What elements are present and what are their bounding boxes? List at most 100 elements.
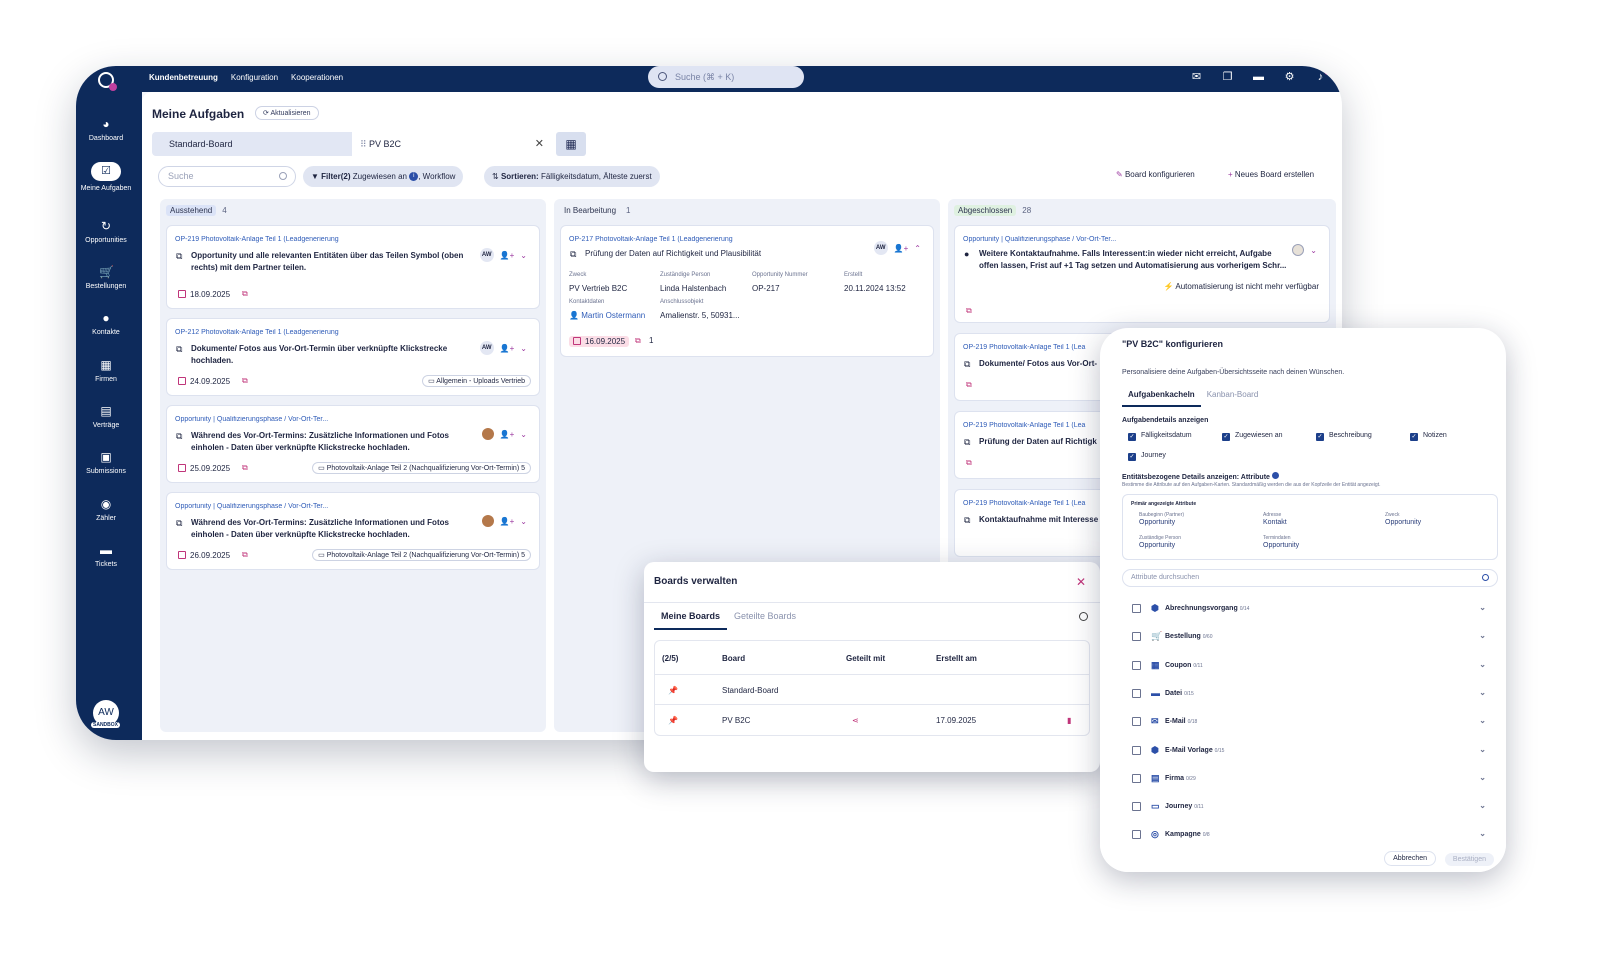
entity-row-email-vorlage[interactable]: ⬢ E-Mail Vorlage 0/15 ⌄ — [1132, 743, 1496, 763]
copy-icon[interactable]: ⧉ — [242, 289, 248, 299]
sidebar-item-dashboard[interactable]: ◕ Dashboard — [76, 118, 136, 143]
new-board-button[interactable]: + Neues Board erstellen — [1228, 170, 1314, 179]
entity-row-firma[interactable]: ▤ Firma 0/29 ⌄ — [1132, 771, 1496, 791]
chevron-down-icon[interactable]: ⌄ — [1479, 745, 1486, 754]
close-icon[interactable]: ✕ — [1076, 575, 1086, 589]
entity-row-coupon[interactable]: ▦ Coupon 0/11 ⌄ — [1132, 658, 1496, 678]
chevron-down-icon[interactable]: ⌄ — [1479, 603, 1486, 612]
cancel-button[interactable]: Abbrechen — [1384, 851, 1436, 866]
process-tag[interactable]: ▭ Photovoltaik-Anlage Teil 2 (Nachqualif… — [312, 462, 531, 474]
process-tag[interactable]: ▭ Photovoltaik-Anlage Teil 2 (Nachqualif… — [312, 549, 531, 561]
mail-icon[interactable]: ✉ — [1190, 71, 1203, 83]
chevron-down-icon[interactable]: ⌄ — [1479, 631, 1486, 640]
table-row[interactable]: 📌 Standard-Board — [655, 674, 1089, 704]
sidebar-item-firmen[interactable]: ▦ Firmen — [76, 359, 136, 384]
sidebar-item-opportunities[interactable]: ↻ Opportunities — [76, 220, 136, 245]
copy-icon[interactable]: ⧉ — [242, 463, 248, 473]
sidebar-item-bestellungen[interactable]: 🛒 Bestellungen — [76, 266, 136, 291]
configure-board-button[interactable]: ✎ Board konfigurieren — [1116, 170, 1195, 179]
entity-row-journey[interactable]: ▭ Journey 0/11 ⌄ — [1132, 799, 1496, 819]
checkbox[interactable] — [1132, 802, 1141, 811]
nav-kooperationen[interactable]: Kooperationen — [291, 73, 343, 82]
confirm-button[interactable]: Bestätigen — [1444, 853, 1494, 866]
board-view-button[interactable]: ▦ — [556, 132, 586, 156]
chevron-down-icon[interactable]: ⌄ — [1310, 246, 1317, 255]
checkbox-notizen[interactable]: ✓ Notizen — [1410, 432, 1447, 441]
task-card[interactable]: OP-217 Photovoltaik-Anlage Teil 1 (Leadg… — [560, 225, 934, 357]
entity-row-bestellung[interactable]: 🛒 Bestellung 0/60 ⌄ — [1132, 629, 1496, 649]
checkbox-journey[interactable]: ✓ Journey — [1128, 452, 1166, 461]
assignee-avatar[interactable]: AW — [873, 241, 888, 255]
copy-icon[interactable]: ⧉ — [242, 376, 248, 386]
assignee-avatar[interactable] — [481, 428, 494, 440]
assignee-avatar[interactable] — [481, 515, 494, 527]
refresh-button[interactable]: ⟳ Aktualisieren — [255, 106, 319, 120]
task-reference[interactable]: Opportunity | Qualifizierungsphase / Vor… — [175, 416, 479, 423]
assignee-avatar[interactable] — [1292, 244, 1305, 256]
tab-pv-b2c[interactable]: ⠿ PV B2C ✕ — [352, 132, 552, 156]
copy-icon[interactable]: ⧉ — [966, 306, 972, 316]
pin-icon[interactable]: 📌 — [668, 686, 678, 695]
chevron-up-icon[interactable]: ⌃ — [914, 244, 921, 253]
tab-meine-boards[interactable]: Meine Boards — [654, 611, 728, 630]
checkbox[interactable] — [1132, 746, 1141, 755]
attribute-chip[interactable]: Zweck Opportunity — [1385, 512, 1421, 526]
sidebar-item-tickets[interactable]: ▬ Tickets — [76, 544, 136, 569]
checkbox[interactable] — [1132, 632, 1141, 641]
attribute-chip[interactable]: Adresse Kontakt — [1263, 512, 1287, 526]
sidebar-item-submissions[interactable]: ▣ Submissions — [76, 451, 136, 476]
entity-row-email[interactable]: ✉ E-Mail 0/18 ⌄ — [1132, 714, 1496, 734]
pin-icon[interactable]: 📌 — [668, 716, 678, 725]
sidebar-item-vertraege[interactable]: ▤ Verträge — [76, 405, 136, 430]
task-card[interactable]: Opportunity | Qualifizierungsphase / Vor… — [166, 405, 540, 483]
sort-chip[interactable]: ⇅ Sortieren: Fälligkeitsdatum, Älteste z… — [484, 166, 660, 187]
process-tag[interactable]: ▭ Allgemein - Uploads Vertrieb — [422, 375, 531, 387]
bell-icon[interactable]: ♪ 2 — [1314, 67, 1333, 83]
table-row[interactable]: 📌 PV B2C ⋖ 17.09.2025 ▮ — [655, 704, 1089, 734]
drag-handle-icon[interactable]: ⠿ — [360, 132, 367, 156]
assign-user-icon[interactable]: 👤+ — [500, 251, 515, 260]
assignee-avatar[interactable]: AW — [479, 248, 494, 262]
entity-row-datei[interactable]: ▬ Datei 0/15 ⌄ — [1132, 686, 1496, 706]
nav-kundenbetreuung[interactable]: Kundenbetreuung — [149, 73, 218, 82]
checkbox[interactable] — [1132, 830, 1141, 839]
chevron-down-icon[interactable]: ⌄ — [1479, 660, 1486, 669]
copy-icon[interactable]: ⧉ — [635, 336, 641, 346]
contact-link[interactable]: 👤 Martin Ostermann — [569, 311, 645, 320]
checkbox[interactable] — [1132, 774, 1141, 783]
sidebar-item-meine-aufgaben[interactable]: ☑ Meine Aufgaben — [76, 162, 136, 192]
tab-geteilte-boards[interactable]: Geteilte Boards — [727, 611, 803, 630]
attribute-search-input[interactable]: Attribute durchsuchen — [1122, 569, 1498, 587]
assign-user-icon[interactable]: 👤+ — [894, 244, 909, 253]
checkbox[interactable] — [1132, 661, 1141, 670]
checkbox-zugewiesen-an[interactable]: ✓ Zugewiesen an — [1222, 432, 1282, 441]
chevron-down-icon[interactable]: ⌄ — [1479, 829, 1486, 838]
checkbox-faelligkeitsdatum[interactable]: ✓ Fälligkeitsdatum — [1128, 432, 1192, 441]
share-icon[interactable]: ⋖ — [852, 716, 859, 725]
task-reference[interactable]: OP-217 Photovoltaik-Anlage Teil 1 (Leadg… — [569, 236, 873, 243]
tab-aufgabenkacheln[interactable]: Aufgabenkacheln — [1122, 390, 1201, 407]
checkbox-beschreibung[interactable]: ✓ Beschreibung — [1316, 432, 1372, 441]
task-card[interactable]: Opportunity | Qualifizierungsphase / Vor… — [166, 492, 540, 570]
copy-icon[interactable]: ⧉ — [242, 550, 248, 560]
attribute-chip[interactable]: Zuständige Person Opportunity — [1139, 535, 1181, 549]
checkbox[interactable] — [1132, 717, 1141, 726]
assignee-avatar[interactable]: AW — [479, 341, 494, 355]
checkbox[interactable] — [1132, 689, 1141, 698]
task-reference[interactable]: Opportunity | Qualifizierungsphase / Vor… — [175, 503, 479, 510]
nav-konfiguration[interactable]: Konfiguration — [231, 73, 278, 82]
entity-row-abrechnungsvorgang[interactable]: ⬢ Abrechnungsvorgang 0/14 ⌄ — [1132, 601, 1496, 621]
task-card[interactable]: OP-219 Photovoltaik-Anlage Teil 1 (Leadg… — [166, 225, 540, 309]
folder-icon[interactable]: ▬ — [1252, 71, 1265, 83]
sidebar-item-zaehler[interactable]: ◉ Zähler — [76, 498, 136, 523]
attribute-chip[interactable]: Baubeginn (Partner) Opportunity — [1139, 512, 1184, 526]
task-search-input[interactable]: Suche — [158, 166, 296, 187]
chevron-down-icon[interactable]: ⌄ — [520, 251, 527, 260]
task-card[interactable]: OP-212 Photovoltaik-Anlage Teil 1 (Leadg… — [166, 318, 540, 396]
task-card[interactable]: Opportunity | Qualifizierungsphase / Vor… — [954, 225, 1330, 323]
chevron-down-icon[interactable]: ⌄ — [520, 517, 527, 526]
assign-user-icon[interactable]: 👤+ — [500, 344, 515, 353]
checkbox[interactable] — [1132, 604, 1141, 613]
trash-icon[interactable]: ▮ — [1067, 716, 1071, 725]
search-icon[interactable] — [1079, 612, 1088, 621]
